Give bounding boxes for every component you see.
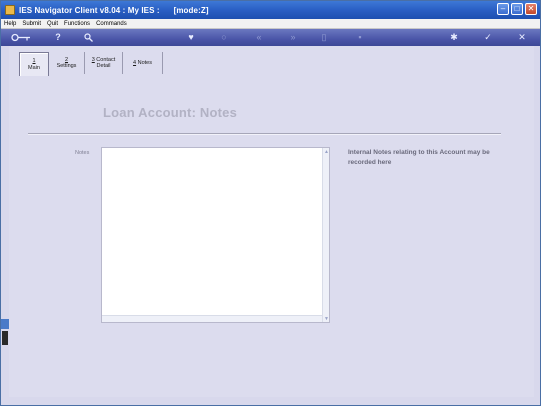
- rewind-icon[interactable]: «: [253, 32, 265, 43]
- menu-commands[interactable]: Commands: [96, 21, 127, 27]
- toolbar: ? ♥ ○ « » ▯ ▪ ✱ ✓ ✕: [1, 29, 540, 46]
- notes-horizontal-scrollbar[interactable]: [102, 315, 322, 322]
- status-bar: [1, 397, 540, 405]
- close-window-icon[interactable]: ✕: [525, 3, 537, 15]
- tab-main-label: Main: [28, 64, 40, 71]
- tab-notes-label: Notes: [136, 59, 152, 66]
- window-controls: – □ ✕: [497, 3, 537, 15]
- circle-icon[interactable]: ○: [219, 32, 229, 43]
- check-icon[interactable]: ✓: [483, 32, 493, 43]
- help-icon[interactable]: ?: [53, 32, 63, 43]
- left-margin: [1, 46, 9, 404]
- tab-main[interactable]: 1 Main: [19, 52, 49, 76]
- menu-submit[interactable]: Submit: [22, 21, 41, 27]
- tab-settings[interactable]: 2 Settings: [49, 52, 85, 74]
- notes-hint: Internal Notes relating to this Account …: [348, 149, 490, 166]
- heart-icon[interactable]: ♥: [186, 32, 196, 43]
- maximize-icon[interactable]: □: [511, 3, 523, 15]
- tab-bar: 1 Main 2 Settings 3 Contact Detail 4 Not…: [19, 52, 163, 76]
- notes-textarea[interactable]: [101, 147, 330, 323]
- tab-notes[interactable]: 4 Notes: [123, 52, 163, 74]
- notes-vertical-scrollbar[interactable]: ▲ ▼: [322, 148, 329, 322]
- menu-quit[interactable]: Quit: [47, 21, 58, 27]
- scroll-down-icon[interactable]: ▼: [323, 315, 330, 322]
- scroll-up-icon[interactable]: ▲: [323, 148, 330, 155]
- search-icon[interactable]: [83, 32, 93, 43]
- menu-functions[interactable]: Functions: [64, 21, 90, 27]
- main-content: 1 Main 2 Settings 3 Contact Detail 4 Not…: [9, 46, 534, 404]
- menu-bar: Help Submit Quit Functions Commands: [1, 19, 540, 29]
- tab-contact-detail[interactable]: 3 Contact Detail: [85, 52, 123, 74]
- key-icon[interactable]: [11, 32, 31, 43]
- print-icon[interactable]: ▪: [355, 32, 365, 43]
- page-title: Loan Account: Notes: [103, 105, 238, 120]
- title-divider: [28, 133, 501, 134]
- side-panel-tab[interactable]: [1, 319, 9, 329]
- tab-contact-label-2: Detail: [96, 63, 111, 69]
- menu-help[interactable]: Help: [4, 21, 16, 27]
- app-window: IES Navigator Client v8.04 : My IES : [m…: [0, 0, 541, 406]
- minimize-icon[interactable]: –: [497, 3, 509, 15]
- title-bar[interactable]: IES Navigator Client v8.04 : My IES : [m…: [1, 1, 540, 19]
- tab-settings-label: Settings: [56, 63, 77, 69]
- window-title: IES Navigator Client v8.04 : My IES : [m…: [19, 5, 209, 15]
- fast-forward-icon[interactable]: »: [287, 32, 299, 43]
- settings-icon[interactable]: ✱: [449, 32, 459, 43]
- app-icon: [5, 5, 15, 15]
- close-icon[interactable]: ✕: [517, 32, 527, 43]
- notes-label: Notes: [75, 150, 90, 156]
- side-panel-marker[interactable]: [2, 331, 8, 345]
- page-icon[interactable]: ▯: [319, 32, 329, 43]
